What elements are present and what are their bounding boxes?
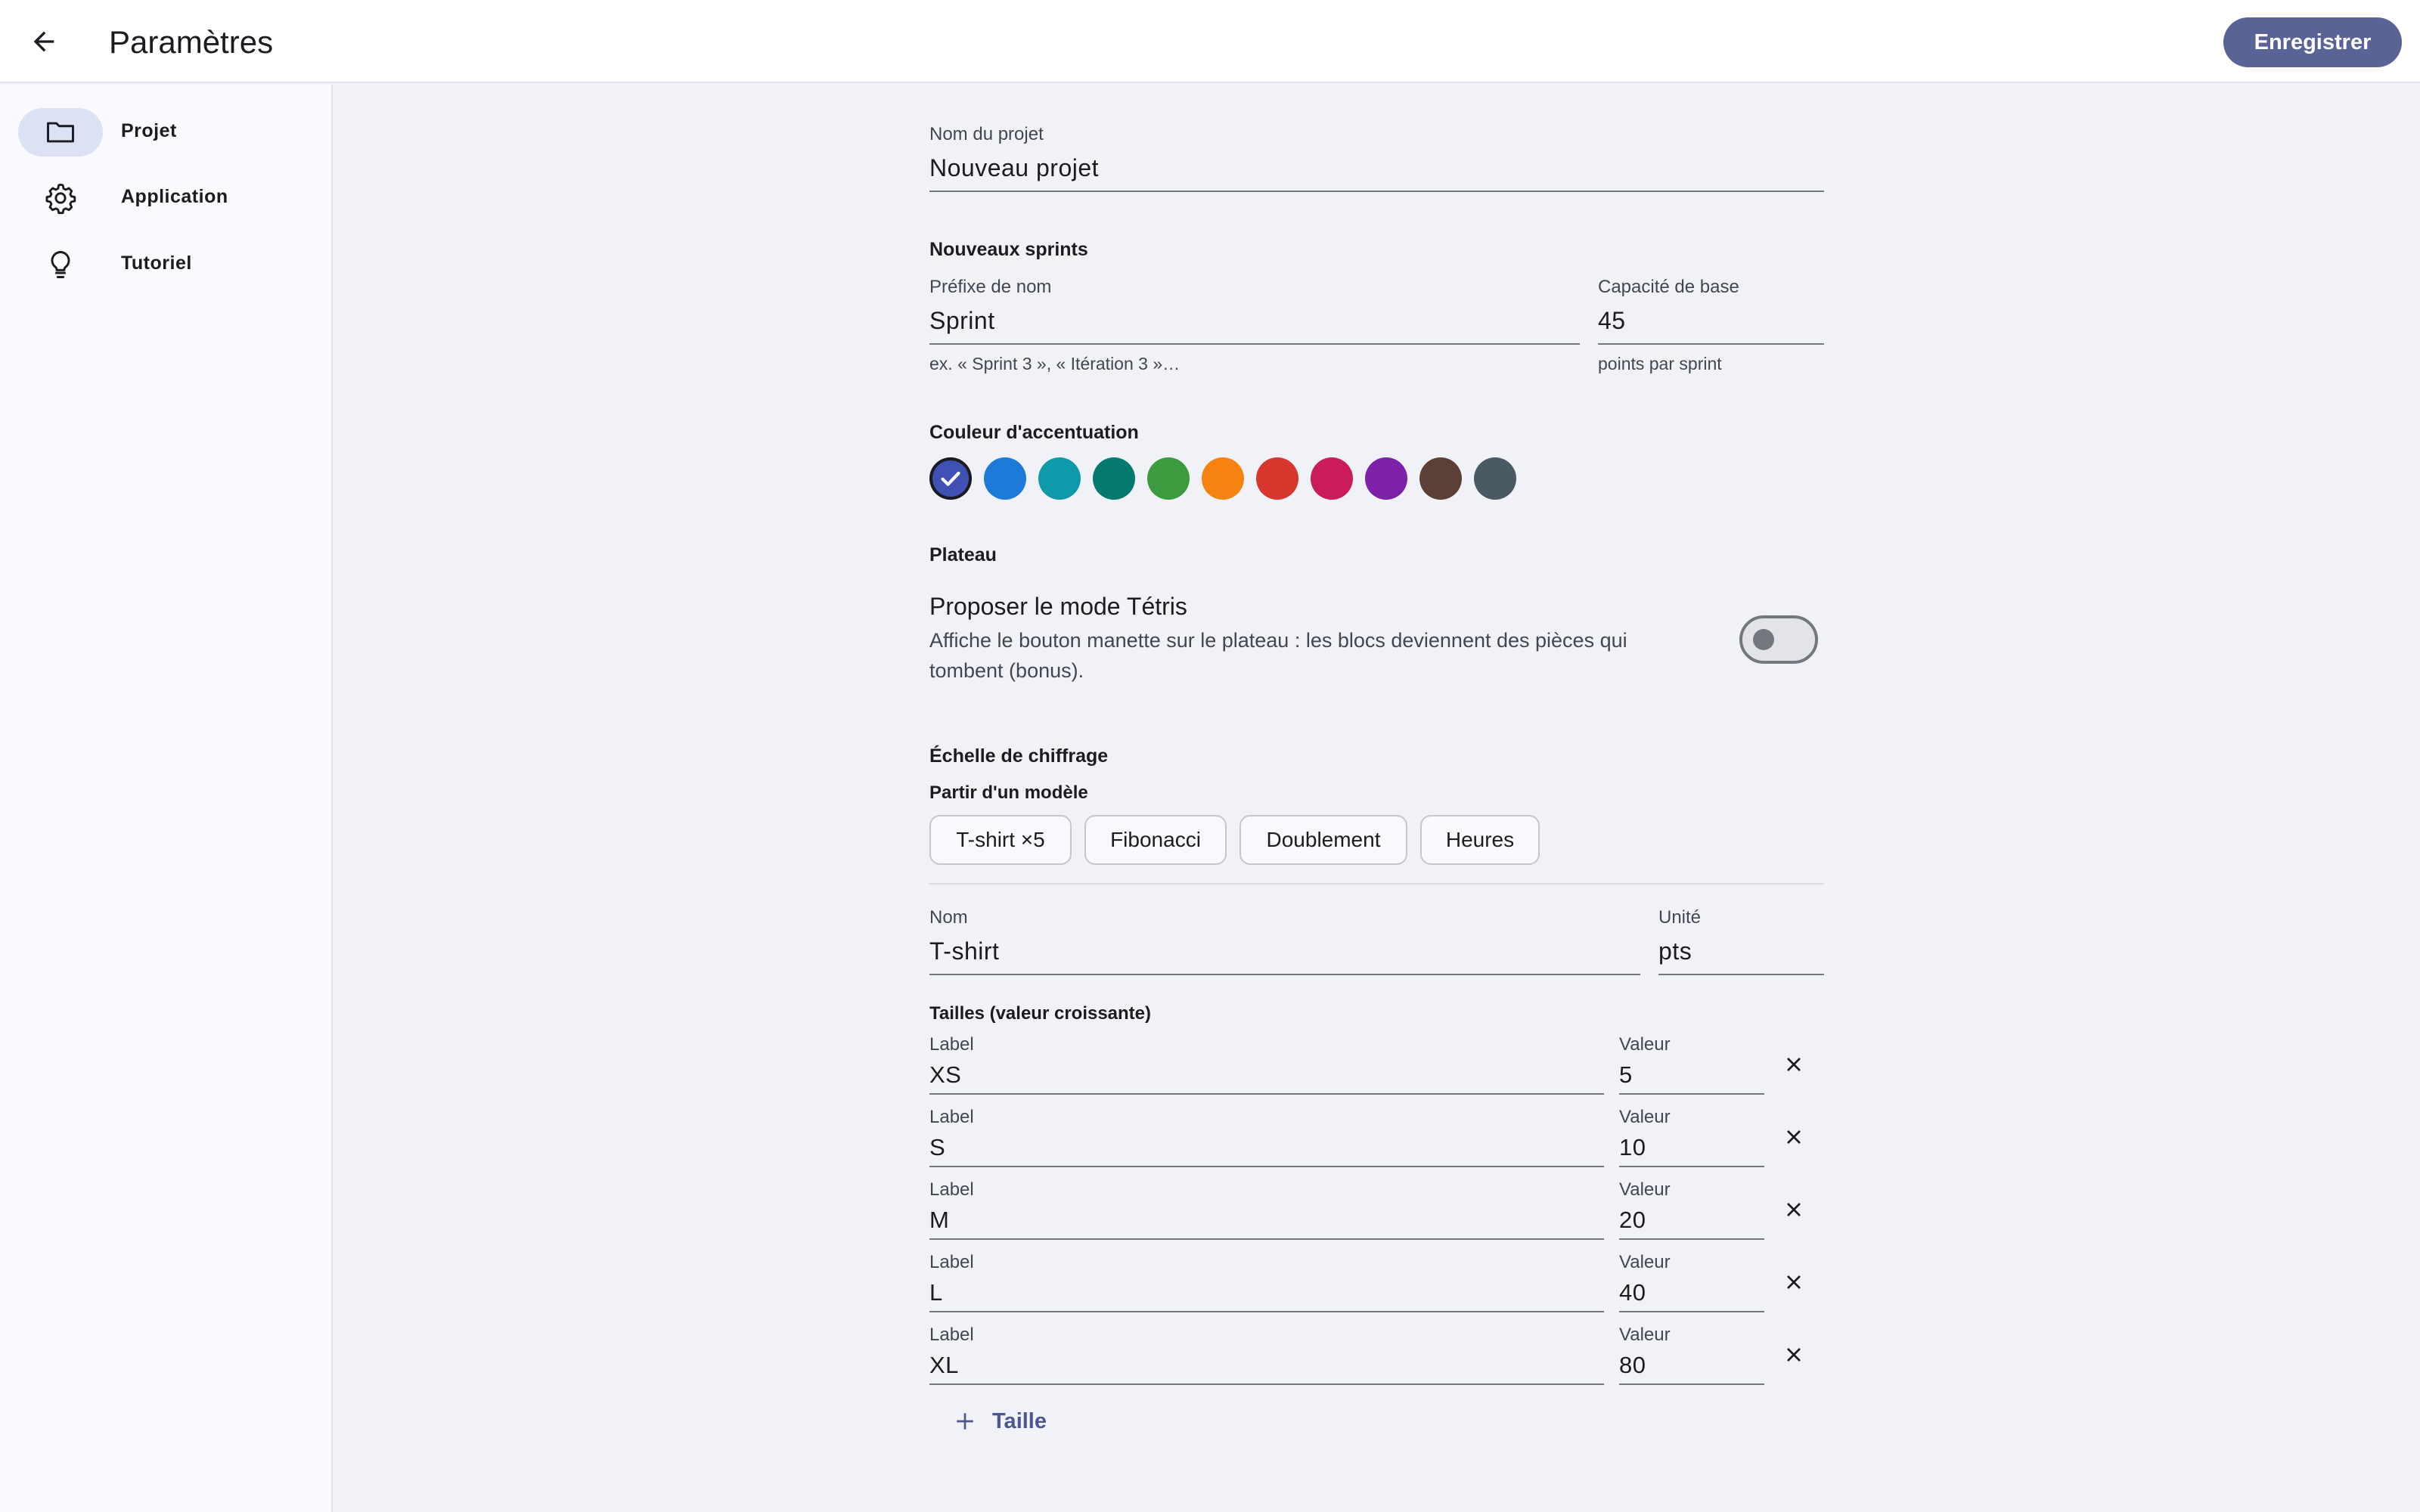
size-value-label: Valeur — [1619, 1325, 1671, 1345]
accent-swatch[interactable] — [1093, 457, 1135, 500]
tetris-mode-title: Proposer le mode Tétris — [929, 593, 1187, 620]
accent-swatch[interactable] — [1256, 457, 1298, 500]
template-chip-fibonacci[interactable]: Fibonacci — [1084, 815, 1227, 865]
size-value-input[interactable]: 20 — [1619, 1207, 1646, 1234]
sprints-section-title: Nouveaux sprints — [929, 239, 1088, 260]
template-chip-heures[interactable]: Heures — [1420, 815, 1540, 865]
size-label-label: Label — [929, 1179, 974, 1200]
tetris-mode-description-line1: Affiche le bouton manette sur le plateau… — [929, 629, 1627, 652]
remove-size-button[interactable] — [1774, 1045, 1813, 1084]
tetris-mode-description-line2: tombent (bonus). — [929, 659, 1084, 682]
close-icon — [1787, 1130, 1801, 1144]
size-value-label: Valeur — [1619, 1107, 1671, 1127]
scale-unit-label: Unité — [1658, 907, 1702, 928]
settings-form: Nom du projet Nouveau projet Nouveaux sp… — [0, 0, 2420, 1512]
remove-size-button[interactable] — [1774, 1117, 1813, 1157]
size-value-label: Valeur — [1619, 1179, 1671, 1200]
add-size-label: Taille — [992, 1408, 1047, 1433]
scale-name-input[interactable]: T-shirt — [929, 937, 999, 965]
size-value-input[interactable]: 40 — [1619, 1279, 1646, 1306]
accent-swatch[interactable] — [1474, 457, 1516, 500]
size-label-label: Label — [929, 1107, 974, 1127]
capacity-label: Capacité de base — [1598, 277, 1739, 297]
close-icon — [1787, 1348, 1801, 1362]
size-value-label: Valeur — [1619, 1034, 1671, 1055]
sizes-title: Tailles (valeur croissante) — [929, 1003, 1152, 1024]
close-icon — [1787, 1058, 1801, 1071]
plus-icon — [957, 1413, 973, 1430]
capacity-input[interactable]: 45 — [1598, 307, 1626, 335]
accent-swatch[interactable] — [1419, 457, 1462, 500]
scale-unit-input[interactable]: pts — [1658, 937, 1692, 965]
check-icon — [941, 471, 960, 486]
size-label-input[interactable]: XS — [929, 1061, 961, 1089]
accent-swatch[interactable] — [1311, 457, 1353, 500]
toggle-knob — [1753, 629, 1774, 650]
scale-section-title: Échelle de chiffrage — [929, 745, 1109, 767]
project-name-input[interactable]: Nouveau projet — [929, 154, 1099, 182]
size-value-input[interactable]: 10 — [1619, 1134, 1646, 1161]
accent-section-title: Couleur d'accentuation — [929, 422, 1139, 443]
size-label-input[interactable]: L — [929, 1279, 943, 1306]
project-name-label: Nom du projet — [929, 124, 1044, 144]
size-label-label: Label — [929, 1034, 974, 1055]
template-chip-doublement[interactable]: Doublement — [1239, 815, 1407, 865]
scale-name-label: Nom — [929, 907, 968, 928]
size-label-input[interactable]: XL — [929, 1352, 959, 1379]
size-label-input[interactable]: M — [929, 1207, 949, 1234]
size-value-label: Valeur — [1619, 1252, 1671, 1272]
accent-swatch[interactable] — [929, 457, 972, 500]
accent-swatch[interactable] — [1147, 457, 1190, 500]
remove-size-button[interactable] — [1774, 1335, 1813, 1374]
prefix-label: Préfixe de nom — [929, 277, 1052, 297]
close-icon — [1787, 1275, 1801, 1289]
template-title: Partir d'un modèle — [929, 782, 1088, 803]
size-label-input[interactable]: S — [929, 1134, 945, 1161]
size-value-input[interactable]: 80 — [1619, 1352, 1646, 1379]
add-size-button[interactable]: Taille — [938, 1400, 1062, 1442]
size-label-label: Label — [929, 1252, 974, 1272]
accent-swatch[interactable] — [984, 457, 1026, 500]
prefix-helper: ex. « Sprint 3 », « Itération 3 »… — [929, 354, 1181, 373]
size-label-label: Label — [929, 1325, 974, 1345]
template-chip-tshirt[interactable]: T-shirt ×5 — [929, 815, 1072, 865]
size-value-input[interactable]: 5 — [1619, 1061, 1633, 1089]
board-section-title: Plateau — [929, 544, 997, 565]
close-icon — [1787, 1203, 1801, 1216]
accent-swatch[interactable] — [1202, 457, 1244, 500]
remove-size-button[interactable] — [1774, 1263, 1813, 1302]
accent-swatch[interactable] — [1365, 457, 1407, 500]
capacity-helper: points par sprint — [1598, 354, 1722, 373]
remove-size-button[interactable] — [1774, 1190, 1813, 1229]
divider — [929, 883, 1824, 885]
accent-swatch[interactable] — [1038, 457, 1081, 500]
tetris-mode-toggle[interactable] — [1739, 615, 1818, 664]
prefix-input[interactable]: Sprint — [929, 307, 995, 335]
